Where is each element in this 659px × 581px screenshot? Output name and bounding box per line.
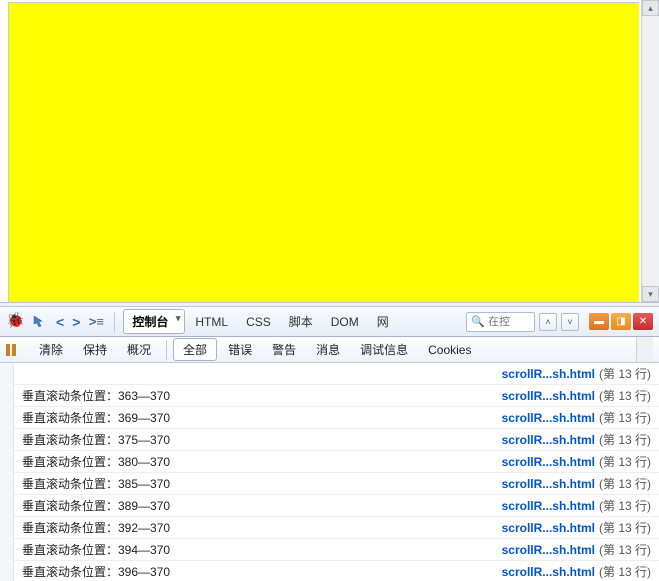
log-source-link[interactable]: scrollR...sh.html — [502, 411, 595, 425]
panel-tab-html[interactable]: HTML — [187, 312, 236, 332]
search-prev-button[interactable]: ˄ — [539, 313, 557, 331]
filter-警告[interactable]: 警告 — [263, 339, 305, 360]
inspect-icon[interactable] — [30, 312, 50, 332]
nav-forward-icon[interactable]: > — [70, 314, 82, 330]
yellow-content-box — [8, 2, 639, 302]
log-row: 垂直滚动条位置：375—370scrollR...sh.html (第 13 行) — [0, 429, 659, 451]
window-controls: ▬ ◨ ✕ — [589, 313, 653, 330]
close-button[interactable]: ✕ — [633, 313, 653, 330]
search-input[interactable] — [488, 316, 530, 328]
log-row: 垂直滚动条位置：396—370scrollR...sh.html (第 13 行) — [0, 561, 659, 581]
log-message: 垂直滚动条位置：380—370 — [22, 453, 502, 470]
filter-Cookies[interactable]: Cookies — [419, 341, 480, 359]
scroll-down-icon[interactable]: ▾ — [642, 286, 659, 302]
panel-tab-网[interactable]: 网 — [369, 310, 397, 333]
log-message: 垂直滚动条位置：394—370 — [22, 541, 502, 558]
command-line-icon[interactable]: >≡ — [86, 312, 106, 332]
log-source-link[interactable]: scrollR...sh.html — [502, 543, 595, 557]
log-source-link[interactable]: scrollR...sh.html — [502, 565, 595, 579]
toolbar-separator — [114, 312, 115, 332]
filter-全部[interactable]: 全部 — [173, 338, 217, 361]
log-line-number: (第 13 行) — [599, 431, 651, 448]
log-row: 垂直滚动条位置：363—370scrollR...sh.html (第 13 行) — [0, 385, 659, 407]
log-message: 垂直滚动条位置：385—370 — [22, 475, 502, 492]
search-box[interactable]: 🔍 — [466, 312, 535, 332]
log-row: 垂直滚动条位置：394—370scrollR...sh.html (第 13 行) — [0, 539, 659, 561]
log-message: 垂直滚动条位置：363—370 — [22, 387, 502, 404]
page-scrollbar[interactable]: ▴ ▾ — [641, 0, 659, 302]
filter-概况[interactable]: 概况 — [118, 339, 160, 360]
minimize-button[interactable]: ▬ — [589, 313, 609, 330]
detach-button[interactable]: ◨ — [611, 313, 631, 330]
panel-tab-控制台[interactable]: 控制台 — [123, 309, 185, 334]
log-message: 垂直滚动条位置：369—370 — [22, 409, 502, 426]
filter-清除[interactable]: 清除 — [30, 339, 72, 360]
log-line-number: (第 13 行) — [599, 541, 651, 558]
log-line-number: (第 13 行) — [599, 453, 651, 470]
log-source-link[interactable]: scrollR...sh.html — [502, 477, 595, 491]
panel-tabs: 控制台HTMLCSS脚本DOM网 — [123, 309, 396, 334]
log-source-link[interactable]: scrollR...sh.html — [502, 367, 595, 381]
panel-tab-脚本[interactable]: 脚本 — [281, 310, 321, 333]
devtools-main-toolbar: 🐞 < > >≡ 控制台HTMLCSS脚本DOM网 🔍 ˄ ˅ ▬ ◨ ✕ — [0, 307, 659, 337]
search-next-button[interactable]: ˅ — [561, 313, 579, 331]
log-line-number: (第 13 行) — [599, 387, 651, 404]
log-gutter — [0, 363, 14, 581]
log-source-link[interactable]: scrollR...sh.html — [502, 433, 595, 447]
search-icon: 🔍 — [471, 315, 485, 328]
log-row: 垂直滚动条位置：392—370scrollR...sh.html (第 13 行) — [0, 517, 659, 539]
log-message: 垂直滚动条位置：375—370 — [22, 431, 502, 448]
log-message: 垂直滚动条位置：392—370 — [22, 519, 502, 536]
toolbar-separator — [166, 340, 167, 360]
log-line-number: (第 13 行) — [599, 409, 651, 426]
log-line-number: (第 13 行) — [599, 497, 651, 514]
log-row: 垂直滚动条位置：380—370scrollR...sh.html (第 13 行) — [0, 451, 659, 473]
log-row: 垂直滚动条位置：389—370scrollR...sh.html (第 13 行) — [0, 495, 659, 517]
scroll-track[interactable] — [642, 16, 659, 286]
log-source-link[interactable]: scrollR...sh.html — [502, 389, 595, 403]
firebug-icon[interactable]: 🐞 — [6, 313, 26, 331]
log-source-link[interactable]: scrollR...sh.html — [502, 499, 595, 513]
log-source-link[interactable]: scrollR...sh.html — [502, 521, 595, 535]
filter-消息[interactable]: 消息 — [307, 339, 349, 360]
log-line-number: (第 13 行) — [599, 365, 651, 382]
panel-tab-css[interactable]: CSS — [238, 312, 279, 332]
scroll-up-icon[interactable]: ▴ — [642, 0, 659, 16]
log-message: 垂直滚动条位置：389—370 — [22, 497, 502, 514]
filter-错误[interactable]: 错误 — [219, 339, 261, 360]
log-message: 垂直滚动条位置：396—370 — [22, 563, 502, 580]
log-line-number: (第 13 行) — [599, 563, 651, 580]
log-row: 垂直滚动条位置：385—370scrollR...sh.html (第 13 行) — [0, 473, 659, 495]
pause-icon[interactable] — [6, 342, 24, 358]
page-content: ▴ ▾ — [0, 0, 659, 302]
log-row: 垂直滚动条位置：369—370scrollR...sh.html (第 13 行) — [0, 407, 659, 429]
log-line-number: (第 13 行) — [599, 519, 651, 536]
panel-tab-dom[interactable]: DOM — [323, 312, 367, 332]
log-source-link[interactable]: scrollR...sh.html — [502, 455, 595, 469]
nav-back-icon[interactable]: < — [54, 314, 66, 330]
log-row-truncated: scrollR...sh.html (第 13 行) — [0, 363, 659, 385]
sub-toolbar-scroll[interactable] — [636, 337, 653, 362]
console-log-area[interactable]: scrollR...sh.html (第 13 行) 垂直滚动条位置：363—3… — [0, 363, 659, 581]
log-line-number: (第 13 行) — [599, 475, 651, 492]
filter-保持[interactable]: 保持 — [74, 339, 116, 360]
console-sub-toolbar: 清除保持概况全部错误警告消息调试信息Cookies — [0, 337, 659, 363]
filter-调试信息[interactable]: 调试信息 — [351, 339, 417, 360]
